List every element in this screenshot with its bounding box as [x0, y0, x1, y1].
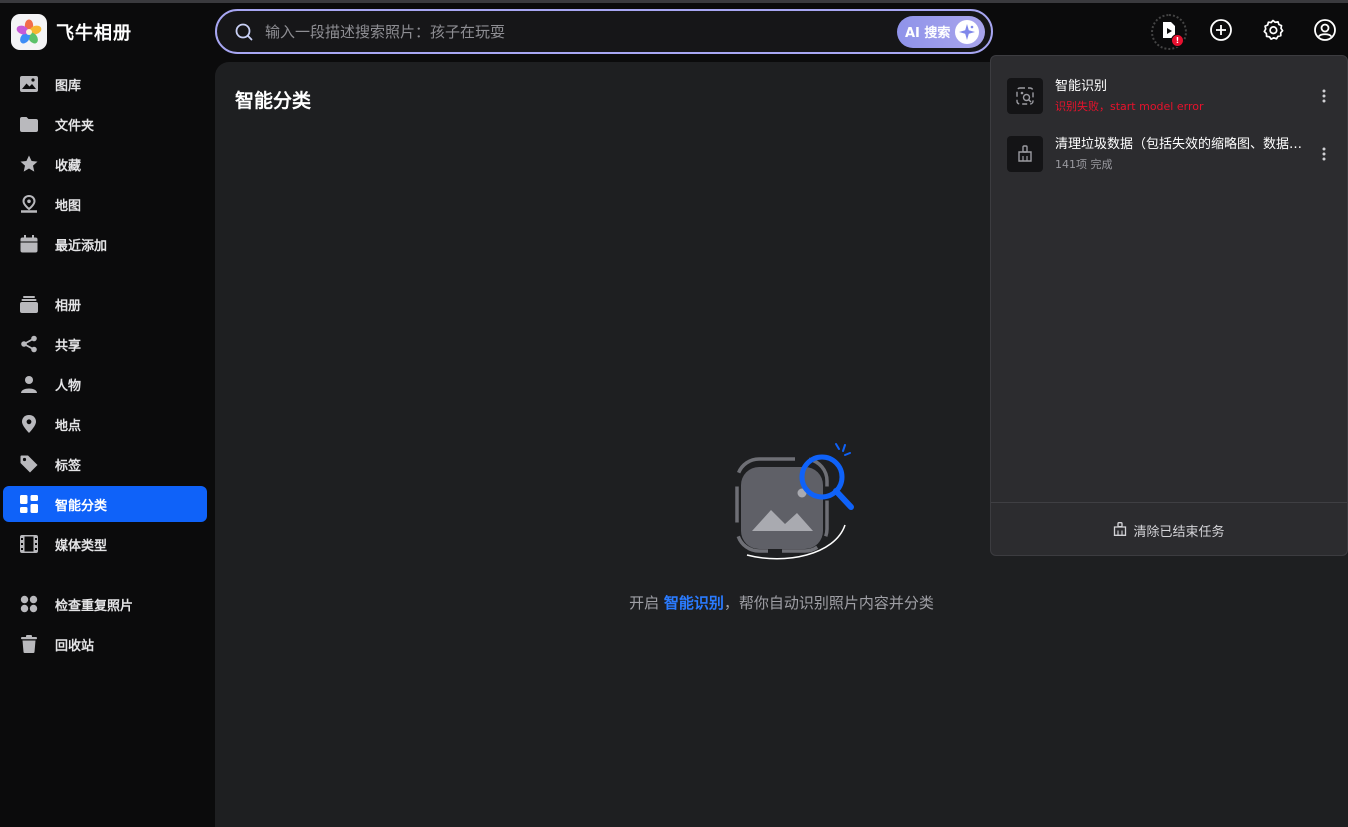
ai-search-button[interactable]: AI 搜索: [897, 15, 985, 48]
account-button[interactable]: [1308, 15, 1342, 49]
clear-finished-tasks-button[interactable]: 清除已结束任务: [991, 516, 1347, 544]
grid-icon: [19, 494, 39, 514]
sidebar-item-trash[interactable]: 回收站: [3, 626, 207, 662]
film-icon: [19, 534, 39, 554]
sidebar-item-gallery[interactable]: 图库: [3, 66, 207, 102]
search-input[interactable]: [265, 22, 897, 41]
broom-icon: [1113, 521, 1127, 540]
person-icon: [19, 374, 39, 394]
task-item[interactable]: 智能识别 识别失败，start model error: [1007, 78, 1333, 118]
sidebar-item-recent[interactable]: 最近添加: [3, 226, 207, 262]
map-pin-icon: [19, 194, 39, 214]
sidebar-item-duplicates[interactable]: 检查重复照片: [3, 586, 207, 622]
app-logo[interactable]: 飞牛相册: [11, 14, 132, 50]
sidebar-item-label: 最近添加: [55, 238, 108, 254]
sparkle-icon: [955, 19, 980, 44]
sidebar-item-label: 共享: [55, 338, 82, 354]
sidebar-item-label: 智能分类: [55, 498, 108, 514]
task-list-popup: 智能识别 识别失败，start model error 清理垃圾数据（包括失效的…: [990, 55, 1348, 556]
album-icon: [19, 294, 39, 314]
sidebar-item-places[interactable]: 地点: [3, 406, 207, 442]
sidebar-item-label: 文件夹: [55, 118, 95, 134]
empty-state-illustration: [725, 437, 865, 572]
tag-icon: [19, 454, 39, 474]
empty-state-message: 开启 智能识别，帮你自动识别照片内容并分类: [215, 592, 1348, 613]
ai-search-label: AI 搜索: [905, 26, 951, 41]
sidebar-item-tags[interactable]: 标签: [3, 446, 207, 482]
sidebar-item-share[interactable]: 共享: [3, 326, 207, 362]
sidebar-item-smart-categories[interactable]: 智能分类: [3, 486, 207, 522]
empty-suffix: ，帮你自动识别照片内容并分类: [723, 594, 934, 612]
empty-prefix: 开启: [629, 594, 664, 612]
task-alert-badge: !: [1171, 34, 1184, 47]
duplicate-icon: [19, 594, 39, 614]
sidebar-item-label: 人物: [55, 378, 82, 394]
app-title: 飞牛相册: [56, 23, 132, 44]
search-icon: [234, 22, 254, 42]
flower-logo-icon: [11, 14, 47, 50]
plus-circle-icon: [1209, 18, 1233, 46]
window-top-edge: [0, 0, 1348, 3]
sidebar-item-label: 地点: [55, 418, 82, 434]
task-item[interactable]: 清理垃圾数据（包括失效的缩略图、数据库记录等） 141项 完成: [1007, 136, 1333, 176]
sidebar-item-label: 相册: [55, 298, 82, 314]
sidebar-item-label: 地图: [55, 198, 82, 214]
broom-icon: [1007, 136, 1043, 172]
folder-icon: [19, 114, 39, 134]
page-title: 智能分类: [235, 90, 312, 112]
sidebar-item-favorites[interactable]: 收藏: [3, 146, 207, 182]
image-icon: [19, 74, 39, 94]
sidebar-item-media-types[interactable]: 媒体类型: [3, 526, 207, 562]
scan-image-icon: [1007, 78, 1043, 114]
add-button[interactable]: [1204, 15, 1238, 49]
gear-icon: [1261, 18, 1285, 46]
task-status-error: 识别失败，start model error: [1055, 100, 1204, 113]
user-circle-icon: [1313, 18, 1337, 46]
enable-smart-recognition-link[interactable]: 智能识别: [664, 594, 724, 612]
search-bar: AI 搜索: [215, 9, 993, 54]
divider: [991, 502, 1347, 503]
sidebar-item-map[interactable]: 地图: [3, 186, 207, 222]
location-icon: [19, 414, 39, 434]
star-icon: [19, 154, 39, 174]
sidebar-item-folders[interactable]: 文件夹: [3, 106, 207, 142]
task-list-button[interactable]: !: [1151, 14, 1187, 50]
share-icon: [19, 334, 39, 354]
clear-finished-tasks-label: 清除已结束任务: [1133, 524, 1225, 540]
more-options-icon[interactable]: [1315, 144, 1333, 164]
task-title: 清理垃圾数据（包括失效的缩略图、数据库记录等）: [1055, 137, 1303, 152]
settings-button[interactable]: [1256, 15, 1290, 49]
task-title: 智能识别: [1055, 79, 1108, 94]
more-options-icon[interactable]: [1315, 86, 1333, 106]
calendar-icon: [19, 234, 39, 254]
sidebar-item-label: 检查重复照片: [55, 598, 134, 614]
sidebar-item-label: 标签: [55, 458, 82, 474]
sidebar-item-label: 回收站: [55, 638, 95, 654]
sidebar-item-label: 媒体类型: [55, 538, 108, 554]
sidebar-item-people[interactable]: 人物: [3, 366, 207, 402]
sidebar-item-albums[interactable]: 相册: [3, 286, 207, 322]
sidebar-item-label: 收藏: [55, 158, 82, 174]
task-status: 141项 完成: [1055, 158, 1113, 171]
sidebar-item-label: 图库: [55, 78, 82, 94]
trash-icon: [19, 634, 39, 654]
